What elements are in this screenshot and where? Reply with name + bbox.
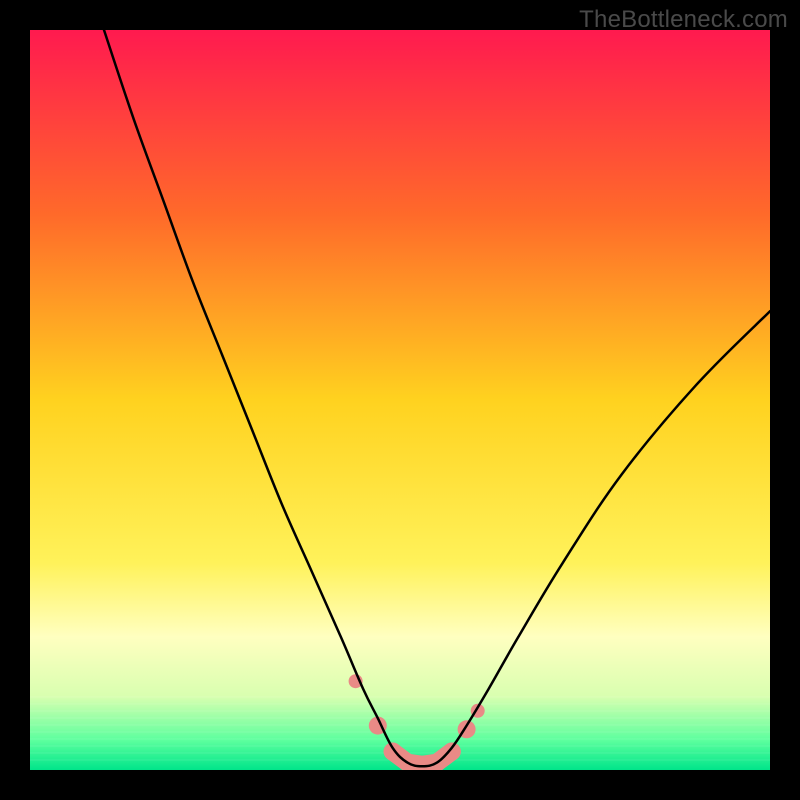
chart-container: TheBottleneck.com [0, 0, 800, 800]
bottleneck-chart-svg [30, 30, 770, 770]
plot-area [30, 30, 770, 770]
watermark-text: TheBottleneck.com [579, 6, 788, 34]
